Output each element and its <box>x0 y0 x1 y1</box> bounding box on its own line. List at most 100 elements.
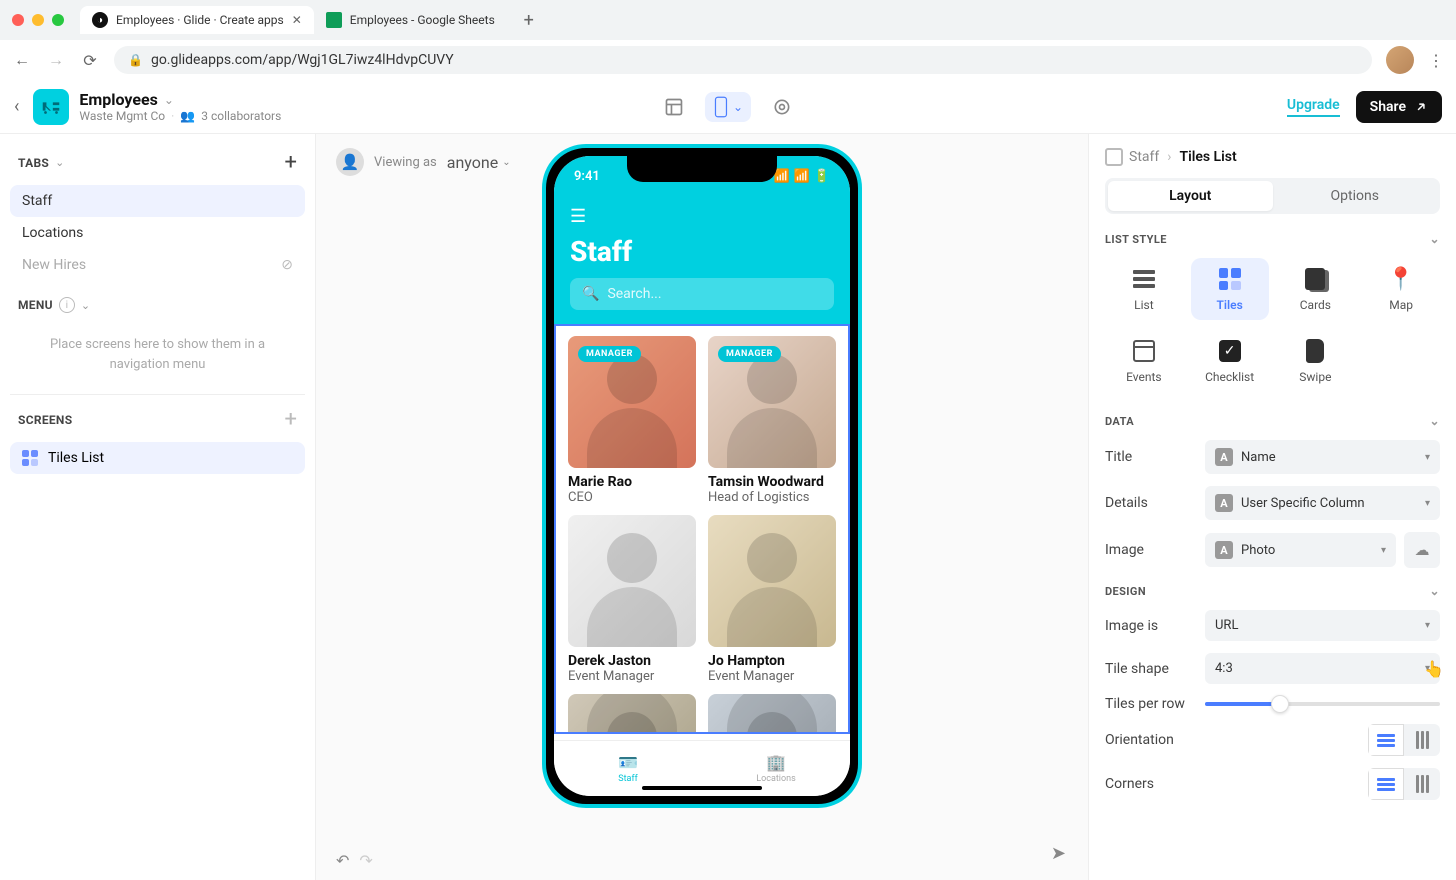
details-column-select[interactable]: AUser Specific Column▾ <box>1205 486 1440 520</box>
browser-menu-icon[interactable]: ⋮ <box>1428 51 1444 70</box>
settings-view-button[interactable] <box>761 89 803 125</box>
left-panel: TABS ⌄ + Staff Locations New Hires ⊘ MEN… <box>0 134 316 880</box>
tabs-section-label: TABS <box>18 156 49 170</box>
address-bar[interactable]: 🔒 go.glideapps.com/app/Wgj1GL7iwz4lHdvpC… <box>114 46 1372 74</box>
info-icon[interactable]: i <box>59 297 75 313</box>
tile-item[interactable]: Derek Jaston Event Manager <box>568 515 696 684</box>
collaborator-count: 3 collaborators <box>201 109 281 123</box>
back-to-apps-button[interactable]: ‹ <box>14 96 19 117</box>
close-tab-icon[interactable]: ✕ <box>292 13 302 27</box>
chevron-down-icon[interactable]: ⌄ <box>1430 414 1440 428</box>
lock-icon: 🔒 <box>128 53 143 67</box>
hidden-icon: ⊘ <box>281 257 293 273</box>
tile-role: Event Manager <box>708 669 836 684</box>
tile-item[interactable]: Jo Hampton Event Manager <box>708 515 836 684</box>
phone-notch <box>627 156 777 182</box>
breadcrumb-context[interactable]: Staff <box>1105 148 1159 166</box>
org-name: Waste Mgmt Co <box>79 109 165 123</box>
chevron-down-icon[interactable]: ⌄ <box>1430 584 1440 598</box>
profile-avatar[interactable] <box>1386 46 1414 74</box>
style-cards[interactable]: Cards <box>1277 258 1355 320</box>
search-placeholder: Search... <box>607 286 661 302</box>
orientation-vertical[interactable] <box>1404 724 1440 756</box>
orientation-horizontal[interactable] <box>1368 724 1404 756</box>
prop-orientation-label: Orientation <box>1105 732 1205 748</box>
reload-button[interactable]: ⟳ <box>80 51 100 70</box>
tab-layout[interactable]: Layout <box>1108 181 1273 211</box>
screen-title: Staff <box>570 235 834 268</box>
tile-item[interactable] <box>568 694 696 734</box>
share-button[interactable]: Share <box>1356 91 1442 123</box>
sidebar-tab-locations[interactable]: Locations <box>10 217 305 249</box>
back-button[interactable]: ← <box>12 50 32 70</box>
tile-item[interactable] <box>708 694 836 734</box>
style-tiles[interactable]: Tiles <box>1191 258 1269 320</box>
forward-button[interactable]: → <box>46 50 66 70</box>
search-input[interactable]: 🔍 Search... <box>570 278 834 310</box>
app-logo <box>33 89 69 125</box>
undo-button[interactable]: ↶ <box>336 851 349 870</box>
tiles-per-row-slider[interactable] <box>1205 702 1440 706</box>
data-section-label: DATA <box>1105 415 1134 428</box>
orientation-toggle <box>1368 724 1440 756</box>
screen-item-tiles-list[interactable]: Tiles List <box>10 442 305 474</box>
tiles-icon <box>22 450 38 466</box>
data-view-button[interactable] <box>653 89 695 125</box>
sidebar-tab-staff[interactable]: Staff <box>10 185 305 217</box>
browser-chrome: ◑ Employees · Glide · Create apps ✕ Empl… <box>0 0 1456 80</box>
image-is-select[interactable]: URL▾ <box>1205 610 1440 641</box>
title-column-select[interactable]: AName▾ <box>1205 440 1440 474</box>
device-selector[interactable]: ⌄ <box>705 92 751 122</box>
viewer-avatar-icon[interactable]: 👤 <box>336 148 364 176</box>
browser-tab[interactable]: Employees - Google Sheets <box>314 6 507 34</box>
corners-toggle <box>1368 768 1440 800</box>
corners-option-a[interactable] <box>1368 768 1404 800</box>
window-controls[interactable] <box>12 14 64 26</box>
redo-button[interactable]: ↷ <box>359 851 372 870</box>
add-tab-button[interactable]: + <box>285 150 297 175</box>
screen-icon <box>1105 148 1123 166</box>
inspector-panel: Staff › Tiles List Layout Options LIST S… <box>1088 134 1456 880</box>
hamburger-icon[interactable]: ☰ <box>570 206 586 227</box>
preview-canvas: 👤 Viewing as anyone⌄ 9:41 📶📶🔋 ☰ Staff <box>316 134 1088 880</box>
chevron-down-icon[interactable]: ⌄ <box>1430 232 1440 246</box>
tile-role: CEO <box>568 490 696 505</box>
tab-options[interactable]: Options <box>1273 181 1438 211</box>
image-column-select[interactable]: APhoto▾ <box>1205 533 1396 567</box>
tile-name: Jo Hampton <box>708 653 836 669</box>
phone-preview: 9:41 📶📶🔋 ☰ Staff 🔍 Search... <box>542 144 862 808</box>
status-indicators: 📶📶🔋 <box>773 169 830 184</box>
tile-item[interactable]: MANAGER Tamsin Woodward Head of Logistic… <box>708 336 836 505</box>
tile-shape-select[interactable]: 4:3▾ 👆 <box>1205 653 1440 684</box>
role-badge: MANAGER <box>718 346 781 362</box>
tile-name: Tamsin Woodward <box>708 474 836 490</box>
style-list[interactable]: List <box>1105 258 1183 320</box>
upload-image-button[interactable]: ☁ <box>1404 532 1440 568</box>
sidebar-tab-new-hires[interactable]: New Hires ⊘ <box>10 249 305 281</box>
add-screen-button[interactable]: + <box>285 407 297 432</box>
tile-item[interactable]: MANAGER Marie Rao CEO <box>568 336 696 505</box>
new-tab-button[interactable]: + <box>515 6 543 34</box>
viewing-as-selector[interactable]: anyone⌄ <box>447 153 511 172</box>
list-style-label: LIST STYLE <box>1105 233 1167 246</box>
tab-title: Employees · Glide · Create apps <box>116 13 284 27</box>
corners-option-b[interactable] <box>1404 768 1440 800</box>
viewing-as-label: Viewing as <box>374 155 437 170</box>
tile-name: Marie Rao <box>568 474 696 490</box>
style-swipe[interactable]: Swipe <box>1277 330 1355 392</box>
browser-tab-active[interactable]: ◑ Employees · Glide · Create apps ✕ <box>80 6 314 34</box>
style-checklist[interactable]: ✓ Checklist <box>1191 330 1269 392</box>
url-text: go.glideapps.com/app/Wgj1GL7iwz4lHdvpCUV… <box>151 52 454 68</box>
upgrade-link[interactable]: Upgrade <box>1287 97 1340 117</box>
cursor-icon: ➤ <box>1051 843 1066 864</box>
tile-role: Event Manager <box>568 669 696 684</box>
app-menu-chevron-icon[interactable]: ⌄ <box>164 93 174 107</box>
search-icon: 🔍 <box>582 286 599 302</box>
chevron-down-icon[interactable]: ⌄ <box>55 156 64 169</box>
style-map[interactable]: 📍 Map <box>1362 258 1440 320</box>
style-events[interactable]: Events <box>1105 330 1183 392</box>
tiles-list-component[interactable]: MANAGER Marie Rao CEO MANAGER Tamsin Woo… <box>554 324 850 734</box>
chevron-down-icon[interactable]: ⌄ <box>81 299 90 312</box>
role-badge: MANAGER <box>578 346 641 362</box>
home-indicator <box>642 786 762 790</box>
